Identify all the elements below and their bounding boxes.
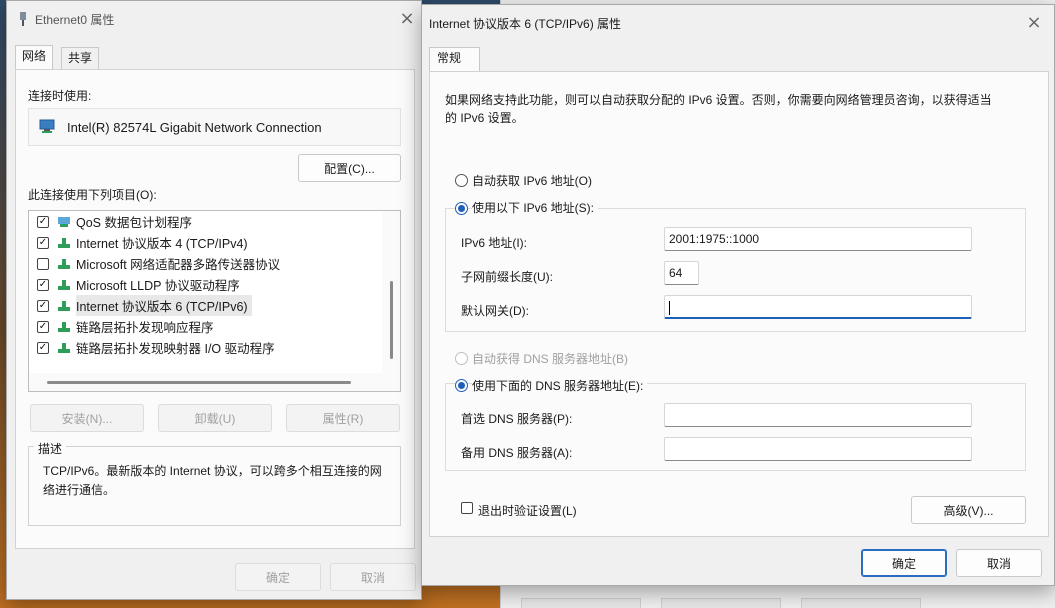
install-button[interactable]: 安装(N)... xyxy=(30,404,144,432)
background-strip xyxy=(521,598,641,608)
alternate-dns-label: 备用 DNS 服务器(A): xyxy=(461,446,573,460)
vertical-scrollbar-thumb[interactable] xyxy=(390,281,393,359)
connect-using-label: 连接时使用: xyxy=(28,89,92,103)
item-checkbox[interactable]: ✓ xyxy=(37,215,49,228)
items-label: 此连接使用下列项目(O): xyxy=(28,188,157,202)
item-checkbox[interactable]: ✓ xyxy=(37,320,49,333)
manual-dns-label[interactable]: 使用下面的 DNS 服务器地址(E): xyxy=(472,377,648,394)
auto-ip-label[interactable]: 自动获取 IPv6 地址(O) xyxy=(472,172,592,189)
list-item[interactable]: ✓ Internet 协议版本 4 (TCP/IPv4) xyxy=(29,232,248,253)
auto-dns-label[interactable]: 自动获得 DNS 服务器地址(B) xyxy=(472,350,628,367)
item-checkbox[interactable]: ✓ xyxy=(37,278,49,291)
item-checkbox[interactable]: ✓ xyxy=(37,236,49,249)
eth-titlebar: Ethernet0 属性 xyxy=(7,1,421,37)
manual-dns-radio[interactable] xyxy=(455,379,468,392)
preferred-dns-input[interactable] xyxy=(664,403,972,427)
item-label: Internet 协议版本 4 (TCP/IPv4) xyxy=(76,237,248,251)
adapter-box: Intel(R) 82574L Gigabit Network Connecti… xyxy=(28,108,401,146)
protocol-icon xyxy=(58,321,70,332)
ipv6-close-icon[interactable]: × xyxy=(1024,13,1044,33)
list-item[interactable]: ✓ 链路层拓扑发现响应程序 xyxy=(29,316,214,337)
list-item-selected[interactable]: ✓ Internet 协议版本 6 (TCP/IPv6) xyxy=(29,295,252,316)
eth-network-panel: 连接时使用: Intel(R) 82574L Gigabit Network C… xyxy=(15,69,415,549)
text-caret xyxy=(669,300,670,315)
item-label: 链路层拓扑发现映射器 I/O 驱动程序 xyxy=(76,342,275,356)
protocol-icon xyxy=(58,342,70,353)
manual-ip-radio[interactable] xyxy=(455,202,468,215)
list-item[interactable]: ✓ QoS 数据包计划程序 xyxy=(29,211,192,232)
preferred-dns-label: 首选 DNS 服务器(P): xyxy=(461,412,573,426)
item-checkbox[interactable]: ✓ xyxy=(37,299,49,312)
item-label: 链路层拓扑发现响应程序 xyxy=(76,321,214,335)
properties-button[interactable]: 属性(R) xyxy=(286,404,400,432)
ipv6-titlebar: Internet 协议版本 6 (TCP/IPv6) 属性 xyxy=(422,5,1054,41)
protocol-icon xyxy=(58,279,70,290)
eth-ok-button[interactable]: 确定 xyxy=(235,563,321,591)
eth-close-icon[interactable]: × xyxy=(397,9,417,29)
item-label: QoS 数据包计划程序 xyxy=(76,216,192,230)
configure-button[interactable]: 配置(C)... xyxy=(298,154,401,182)
alternate-dns-input[interactable] xyxy=(664,437,972,461)
list-item[interactable]: Microsoft 网络适配器多路传送器协议 xyxy=(29,253,280,274)
ipv6-ok-button[interactable]: 确定 xyxy=(861,549,947,577)
ipv6-address-input[interactable]: 2001:1975::1000 xyxy=(664,227,972,251)
intro-line-1: 如果网络支持此功能，则可以自动获取分配的 IPv6 设置。否则，你需要向网络管理… xyxy=(445,93,992,107)
item-checkbox[interactable]: ✓ xyxy=(37,341,49,354)
ipv6-window-title: Internet 协议版本 6 (TCP/IPv6) 属性 xyxy=(429,16,622,31)
protocol-icon xyxy=(58,258,70,269)
description-text: TCP/IPv6。最新版本的 Internet 协议，可以跨多个相互连接的网络进… xyxy=(43,464,382,497)
ipv6-general-panel: 如果网络支持此功能，则可以自动获取分配的 IPv6 设置。否则，你需要向网络管理… xyxy=(429,71,1049,537)
item-label: Microsoft 网络适配器多路传送器协议 xyxy=(76,258,281,272)
tab-general[interactable]: 常规 xyxy=(429,47,480,71)
ipv6-address-label: IPv6 地址(I): xyxy=(461,236,528,250)
qos-icon xyxy=(58,216,70,227)
auto-ip-radio[interactable] xyxy=(455,174,468,187)
ethernet-properties-window: Ethernet0 属性 × 网络 共享 连接时使用: Intel(R) 825… xyxy=(6,0,422,600)
item-checkbox[interactable] xyxy=(37,257,49,270)
validate-label[interactable]: 退出时验证设置(L) xyxy=(478,502,577,519)
background-strip xyxy=(661,598,781,608)
ipv6-cancel-button[interactable]: 取消 xyxy=(956,549,1042,577)
validate-checkbox[interactable] xyxy=(461,502,473,514)
description-title: 描述 xyxy=(34,440,67,457)
advanced-button[interactable]: 高级(V)... xyxy=(911,496,1026,524)
prefix-length-label: 子网前缀长度(U): xyxy=(461,270,553,284)
adapter-name: Intel(R) 82574L Gigabit Network Connecti… xyxy=(67,119,322,135)
item-label: Internet 协议版本 6 (TCP/IPv6) xyxy=(76,295,252,316)
gateway-label: 默认网关(D): xyxy=(461,304,529,318)
uninstall-button[interactable]: 卸载(U) xyxy=(158,404,272,432)
horizontal-scrollbar[interactable] xyxy=(29,373,400,391)
tab-sharing[interactable]: 共享 xyxy=(61,47,100,69)
protocol-icon xyxy=(58,237,70,248)
tab-network[interactable]: 网络 xyxy=(15,45,54,69)
items-list: ✓ QoS 数据包计划程序 ✓ Internet 协议版本 4 (TCP/IPv… xyxy=(28,210,401,392)
manual-ip-label[interactable]: 使用以下 IPv6 地址(S): xyxy=(472,199,599,216)
ipv6-properties-window: Internet 协议版本 6 (TCP/IPv6) 属性 × 常规 如果网络支… xyxy=(421,4,1055,586)
intro-line-2: 的 IPv6 设置。 xyxy=(445,111,524,125)
item-label: Microsoft LLDP 协议驱动程序 xyxy=(76,279,240,293)
vertical-scrollbar[interactable] xyxy=(382,211,400,375)
eth-cancel-button[interactable]: 取消 xyxy=(330,563,416,591)
prefix-length-input[interactable]: 64 xyxy=(664,261,699,285)
horizontal-scrollbar-thumb[interactable] xyxy=(47,381,351,384)
eth-window-title: Ethernet0 属性 xyxy=(35,12,115,27)
auto-dns-radio[interactable] xyxy=(455,352,468,365)
network-adapter-icon xyxy=(39,119,55,133)
list-item[interactable]: ✓ Microsoft LLDP 协议驱动程序 xyxy=(29,274,240,295)
list-item[interactable]: ✓ 链路层拓扑发现映射器 I/O 驱动程序 xyxy=(29,337,275,358)
background-strip xyxy=(801,598,921,608)
protocol-icon xyxy=(58,300,70,311)
gateway-input[interactable] xyxy=(664,295,972,319)
network-adapter-icon xyxy=(20,12,26,26)
